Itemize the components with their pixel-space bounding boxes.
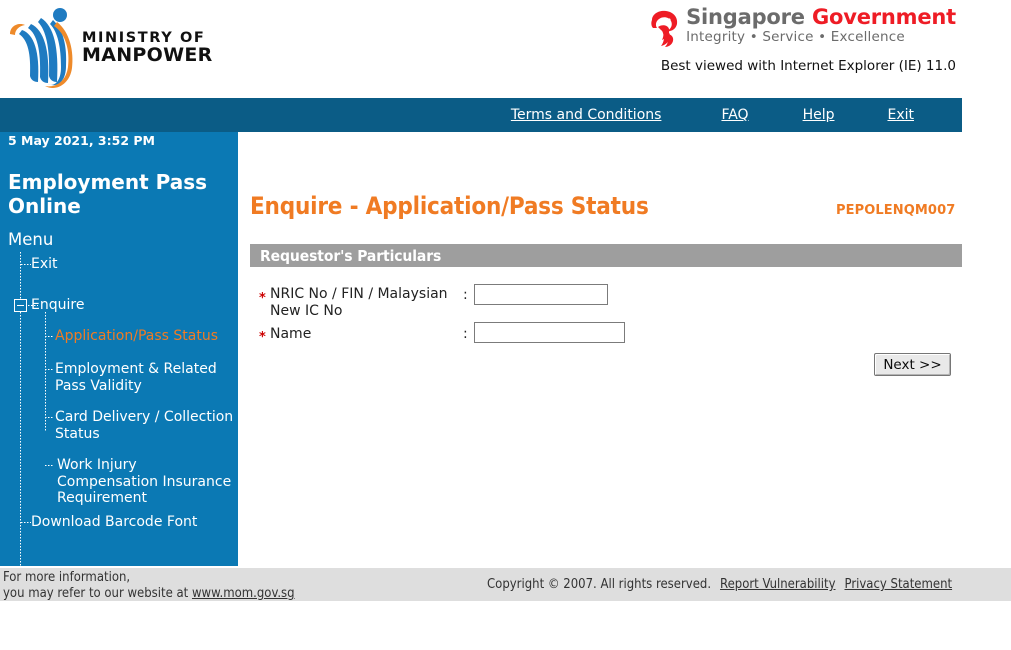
main-content: Enquire - Application/Pass Status PEPOLE… <box>238 132 1011 568</box>
best-viewed-notice: Best viewed with Internet Explorer (IE) … <box>660 58 956 74</box>
tree-elbow-icon <box>21 522 31 523</box>
tree-elbow-icon <box>21 264 31 265</box>
required-marker-name: * <box>259 330 266 345</box>
mom-emblem-icon <box>10 8 73 88</box>
tree-elbow-icon <box>45 417 54 418</box>
mom-wordmark: MINISTRY OF MANPOWER <box>82 31 213 66</box>
name-input[interactable] <box>474 322 625 343</box>
tree-elbow-icon <box>45 336 54 337</box>
sidebar-item-label-enquire: Enquire <box>31 297 85 313</box>
next-button[interactable]: Next >> <box>874 353 951 376</box>
nav-link-exit[interactable]: Exit <box>887 107 914 123</box>
sg-gov-title: Singapore Government <box>686 6 956 28</box>
section-header-bar: Requestor's Particulars <box>250 244 962 267</box>
page-title: Enquire - Application/Pass Status <box>250 192 649 220</box>
singapore-government-logo: Singapore Government Integrity • Service… <box>647 6 956 74</box>
section-header-title: Requestor's Particulars <box>260 247 442 265</box>
footer-link-mom-website[interactable]: www.mom.gov.sg <box>192 586 295 601</box>
tree-subtrunk-line <box>45 312 46 432</box>
sg-gov-title-grey: Singapore <box>686 5 812 29</box>
top-nav-links: Terms and Conditions FAQ Help Exit <box>511 107 955 123</box>
footer-link-privacy-statement[interactable]: Privacy Statement <box>845 577 953 592</box>
sidebar-item-label-download-barcode-font: Download Barcode Font <box>31 514 198 530</box>
sg-gov-title-red: Government <box>811 5 956 29</box>
field-label-name: Name <box>270 326 312 342</box>
sidebar-item-label-work-injury-compensation-insurance-requirement: Work Injury Compensation Insurance Requi… <box>57 457 232 507</box>
sidebar-datetime: 5 May 2021, 3:52 PM <box>8 133 155 148</box>
nric-fin-malaysian-ic-input[interactable] <box>474 284 608 305</box>
ministry-of-manpower-logo: MINISTRY OF MANPOWER <box>4 4 213 92</box>
sidebar-item-label-employment-related-pass-validity: Employment & Related Pass Validity <box>55 361 217 394</box>
sidebar-item-label-application-pass-status: Application/Pass Status <box>55 328 218 344</box>
page-header: MINISTRY OF MANPOWER Singapore Governmen… <box>0 0 1011 98</box>
field-colon-nric: : <box>463 287 468 303</box>
footer-info-line2-prefix: you may refer to our website at <box>3 586 192 602</box>
mom-wordmark-line1: MINISTRY OF <box>82 29 206 46</box>
lion-head-icon <box>651 10 678 47</box>
page-footer: For more information, you may refer to o… <box>0 568 1011 601</box>
mom-wordmark-line2: MANPOWER <box>82 44 213 67</box>
required-marker-nric: * <box>259 291 266 306</box>
sg-gov-subtitle: Integrity • Service • Excellence <box>686 29 905 46</box>
sidebar: 5 May 2021, 3:52 PM Employment Pass Onli… <box>0 132 238 650</box>
tree-elbow-icon <box>45 369 54 370</box>
sidebar-menu-label: Menu <box>8 230 54 249</box>
nav-link-faq[interactable]: FAQ <box>721 107 748 123</box>
footer-info-line2: you may refer to our website at www.mom.… <box>3 586 295 602</box>
sidebar-item-label-card-delivery-collection-status: Card Delivery / Collection Status <box>55 409 234 442</box>
footer-link-report-vulnerability[interactable]: Report Vulnerability <box>720 577 835 592</box>
nav-link-terms-and-conditions[interactable]: Terms and Conditions <box>511 107 662 123</box>
footer-copyright-text: Copyright © 2007. All rights reserved. <box>487 577 712 592</box>
footer-info-line1: For more information, <box>3 570 131 585</box>
field-label-nric: NRIC No / FIN / Malaysian New IC No <box>270 286 448 319</box>
footer-copyright-block: Copyright © 2007. All rights reserved. Re… <box>487 577 952 592</box>
nav-link-help[interactable]: Help <box>803 107 835 123</box>
sidebar-item-label-exit: Exit <box>31 256 58 272</box>
field-colon-name: : <box>463 326 468 342</box>
tree-collapse-toggle-icon[interactable] <box>14 299 27 312</box>
tree-elbow-icon <box>45 465 54 466</box>
top-navigation-bar: Terms and Conditions FAQ Help Exit <box>0 98 962 132</box>
sidebar-app-title: Employment Pass Online <box>8 170 208 219</box>
footer-info-text: For more information, you may refer to o… <box>3 570 295 602</box>
page-code: PEPOLENQM007 <box>836 203 956 218</box>
